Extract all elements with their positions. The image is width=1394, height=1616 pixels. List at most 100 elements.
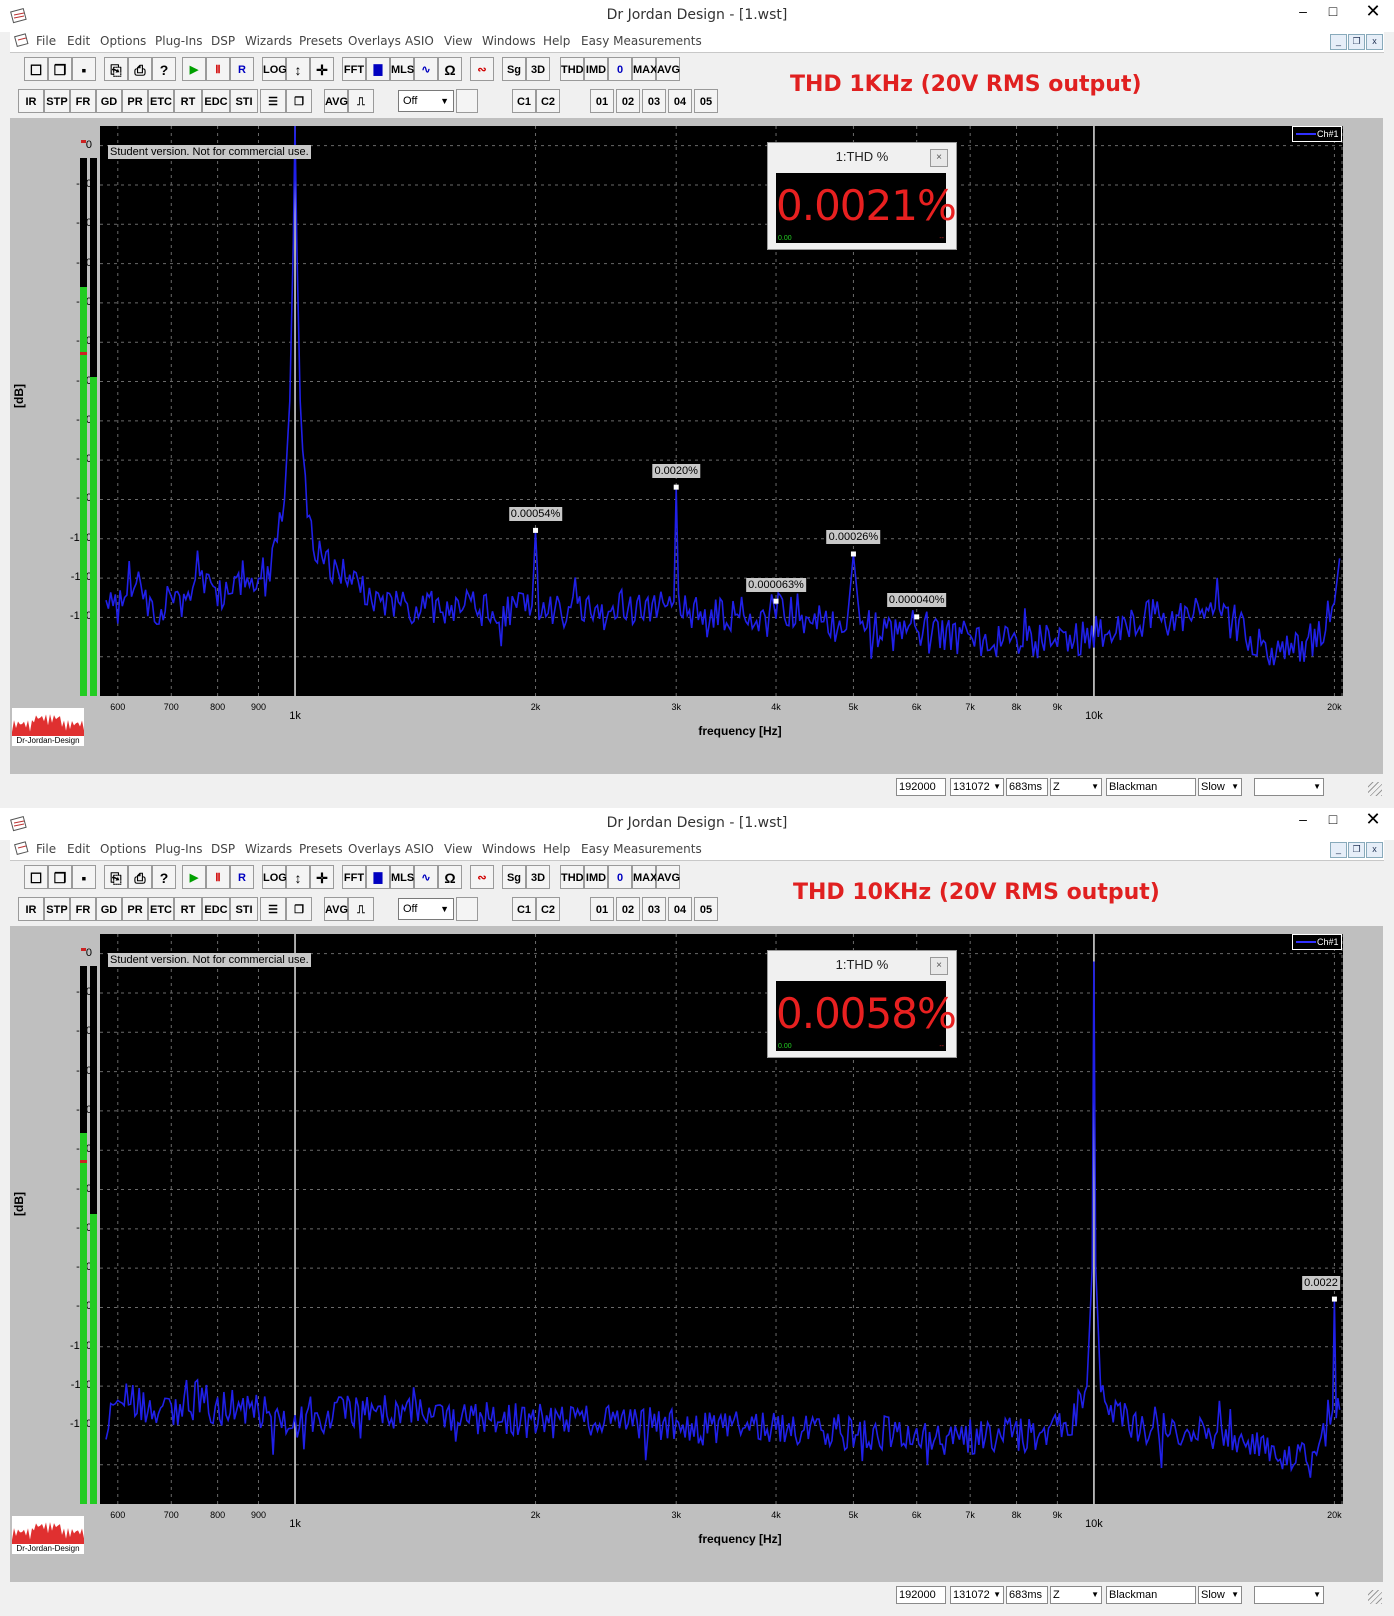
memory-04-button[interactable]: 04 xyxy=(668,897,692,921)
copy-button[interactable]: ⎘ xyxy=(104,865,128,889)
weighting-combo[interactable]: Z ▼ xyxy=(1050,1586,1102,1604)
extra-combo[interactable]: ▼ xyxy=(1254,1586,1324,1604)
wave-button[interactable]: ∿ xyxy=(414,57,438,81)
weighting-combo[interactable]: Z ▼ xyxy=(1050,778,1102,796)
menu-view[interactable]: View xyxy=(444,34,472,48)
title-bar[interactable]: Dr Jordan Design - [1.wst] – □ ✕ xyxy=(0,808,1394,840)
overlay-button[interactable]: ∾ xyxy=(470,57,494,81)
edc-button[interactable]: EDC xyxy=(202,89,230,113)
sti-button[interactable]: STI xyxy=(230,897,258,921)
chevron-down-icon[interactable]: ▼ xyxy=(1091,779,1099,795)
sample-rate-field[interactable]: 192000 xyxy=(896,778,946,796)
averaging-combo[interactable]: Slow ▼ xyxy=(1198,1586,1242,1604)
chevron-down-icon[interactable]: ▼ xyxy=(1231,779,1239,795)
ir-button[interactable]: IR xyxy=(18,897,44,921)
menu-edit[interactable]: Edit xyxy=(67,842,90,856)
sample-rate-field[interactable]: 192000 xyxy=(896,1586,946,1604)
averaging-combo[interactable]: Slow ▼ xyxy=(1198,778,1242,796)
menu-wizards[interactable]: Wizards xyxy=(245,34,292,48)
avg-button[interactable]: AVG xyxy=(324,89,348,113)
max-button[interactable]: MAX xyxy=(632,865,657,889)
open-file-button[interactable]: ❐ xyxy=(48,865,72,889)
log-button[interactable]: LOG xyxy=(262,57,287,81)
mdi-restore-button[interactable]: ❐ xyxy=(1348,842,1365,858)
mdi-restore-button[interactable]: ❐ xyxy=(1348,34,1365,50)
chevron-down-icon[interactable]: ▼ xyxy=(993,779,1001,795)
menu-dsp[interactable]: DSP xyxy=(211,34,235,48)
menu-plug-ins[interactable]: Plug-Ins xyxy=(155,842,203,856)
channel-1-button[interactable]: C1 xyxy=(512,89,536,113)
memory-02-button[interactable]: 02 xyxy=(616,897,640,921)
fr-button[interactable]: FR xyxy=(70,89,96,113)
spectrum-button[interactable]: ▇ xyxy=(366,57,390,81)
spectrum-button[interactable]: ▇ xyxy=(366,865,390,889)
fft-button[interactable]: FFT xyxy=(342,57,366,81)
pan-button[interactable]: ✛ xyxy=(310,865,334,889)
resize-grip-icon[interactable] xyxy=(1368,1590,1382,1604)
menu-file[interactable]: File xyxy=(36,842,56,856)
duration-field[interactable]: 683ms xyxy=(1006,778,1048,796)
copy-button[interactable]: ⎘ xyxy=(104,57,128,81)
channel-legend[interactable]: Ch#1 xyxy=(1292,126,1342,142)
gd-button[interactable]: GD xyxy=(96,897,122,921)
pulse-button[interactable]: ⎍ xyxy=(348,897,374,921)
new-file-button[interactable]: ☐ xyxy=(24,57,48,81)
memory-05-button[interactable]: 05 xyxy=(694,89,718,113)
stp-button[interactable]: STP xyxy=(44,897,70,921)
resize-grip-icon[interactable] xyxy=(1368,782,1382,796)
play-button[interactable]: ▶ xyxy=(182,57,206,81)
list-button[interactable]: ☰ xyxy=(260,897,286,921)
mls-button[interactable]: MLS xyxy=(390,57,414,81)
zero-button[interactable]: 0 xyxy=(608,865,632,889)
menu-help[interactable]: Help xyxy=(543,842,570,856)
print-button[interactable]: ⎙ xyxy=(128,865,152,889)
close-icon[interactable]: × xyxy=(930,957,948,975)
thd-button[interactable]: THD xyxy=(560,865,584,889)
menu-windows[interactable]: Windows xyxy=(482,34,536,48)
combo-extra-button[interactable] xyxy=(456,89,478,113)
mdi-close-button[interactable]: x xyxy=(1366,842,1383,858)
off-combo[interactable]: Off ▼ xyxy=(398,90,454,112)
window-type-field[interactable]: Blackman xyxy=(1106,1586,1196,1604)
mdi-minimize-button[interactable]: _ xyxy=(1330,842,1347,858)
overlay-button[interactable]: ∾ xyxy=(470,865,494,889)
gd-button[interactable]: GD xyxy=(96,89,122,113)
minimize-button[interactable]: – xyxy=(1288,808,1318,832)
mdi-minimize-button[interactable]: _ xyxy=(1330,34,1347,50)
spectrum-svg[interactable] xyxy=(100,934,1343,1504)
memory-03-button[interactable]: 03 xyxy=(642,897,666,921)
harmonic-marker[interactable] xyxy=(850,551,856,557)
menu-options[interactable]: Options xyxy=(100,842,146,856)
vertical-zoom-button[interactable]: ↕ xyxy=(286,865,310,889)
fft-size-combo[interactable]: 131072 ▼ xyxy=(950,778,1004,796)
menu-overlays[interactable]: Overlays xyxy=(348,34,401,48)
channel-2-button[interactable]: C2 xyxy=(536,897,560,921)
play-button[interactable]: ▶ xyxy=(182,865,206,889)
chevron-down-icon[interactable]: ▼ xyxy=(1091,1587,1099,1603)
close-button[interactable]: ✕ xyxy=(1352,808,1394,832)
menu-asio[interactable]: ASIO xyxy=(405,842,434,856)
chevron-down-icon[interactable]: ▼ xyxy=(1313,1587,1321,1603)
menu-asio[interactable]: ASIO xyxy=(405,34,434,48)
save-button[interactable]: ▪ xyxy=(72,57,96,81)
menu-file[interactable]: File xyxy=(36,34,56,48)
menu-windows[interactable]: Windows xyxy=(482,842,536,856)
new-file-button[interactable]: ☐ xyxy=(24,865,48,889)
record-button[interactable]: R xyxy=(230,57,254,81)
channel-1-button[interactable]: C1 xyxy=(512,897,536,921)
close-button[interactable]: ✕ xyxy=(1352,0,1394,24)
pan-button[interactable]: ✛ xyxy=(310,57,334,81)
menu-easy-measurements[interactable]: Easy Measurements xyxy=(581,842,702,856)
off-combo[interactable]: Off ▼ xyxy=(398,898,454,920)
stp-button[interactable]: STP xyxy=(44,89,70,113)
maximize-button[interactable]: □ xyxy=(1318,0,1348,24)
fr-button[interactable]: FR xyxy=(70,897,96,921)
menu-options[interactable]: Options xyxy=(100,34,146,48)
print-button[interactable]: ⎙ xyxy=(128,57,152,81)
ir-button[interactable]: IR xyxy=(18,89,44,113)
harmonic-marker[interactable] xyxy=(914,614,920,620)
copy-view-button[interactable]: ❐ xyxy=(286,897,312,921)
chevron-down-icon[interactable]: ▼ xyxy=(440,899,449,919)
chevron-down-icon[interactable]: ▼ xyxy=(1231,1587,1239,1603)
copy-view-button[interactable]: ❐ xyxy=(286,89,312,113)
